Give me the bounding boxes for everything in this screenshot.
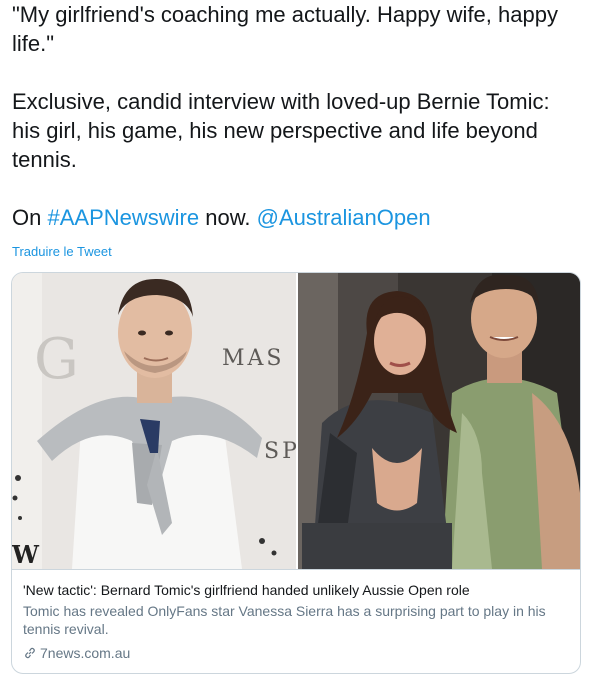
right-photo (298, 273, 580, 569)
on-prefix: On (12, 205, 42, 230)
card-title[interactable]: 'New tactic': Bernard Tomic's girlfriend… (23, 581, 569, 599)
link-card[interactable]: G MAS SP W 'New tactic': Bernard Tomic's… (11, 272, 581, 674)
tweet-body-line: Exclusive, candid interview with loved-u… (12, 89, 550, 172)
card-description[interactable]: Tomic has revealed OnlyFans star Vanessa… (23, 602, 569, 638)
backdrop-text-mas: MAS (222, 346, 285, 371)
left-photo: G MAS SP W (12, 273, 300, 569)
card-photo-collage: G MAS SP W (12, 273, 580, 569)
mention-link[interactable]: @AustralianOpen (257, 205, 431, 230)
tweet-link-line: On #AAPNewswire now. @AustralianOpen (12, 203, 582, 232)
hashtag-link[interactable]: #AAPNewswire (47, 205, 199, 230)
tweet-text: "My girlfriend's coaching me actually. H… (12, 0, 582, 232)
now-text: now. (205, 205, 251, 230)
card-domain[interactable]: 7news.com.au (23, 644, 569, 662)
translate-tweet-link[interactable]: Traduire le Tweet (12, 244, 112, 259)
backdrop-letter-w: W (12, 540, 40, 569)
backdrop-text-sp: SP (264, 439, 300, 464)
card-domain-text: 7news.com.au (40, 645, 131, 661)
card-image[interactable]: G MAS SP W (12, 273, 580, 570)
tweet-quote-line: "My girlfriend's coaching me actually. H… (12, 2, 558, 56)
card-body[interactable]: 'New tactic': Bernard Tomic's girlfriend… (12, 570, 580, 662)
link-icon (23, 646, 37, 660)
backdrop-letter-g: G (34, 327, 79, 392)
